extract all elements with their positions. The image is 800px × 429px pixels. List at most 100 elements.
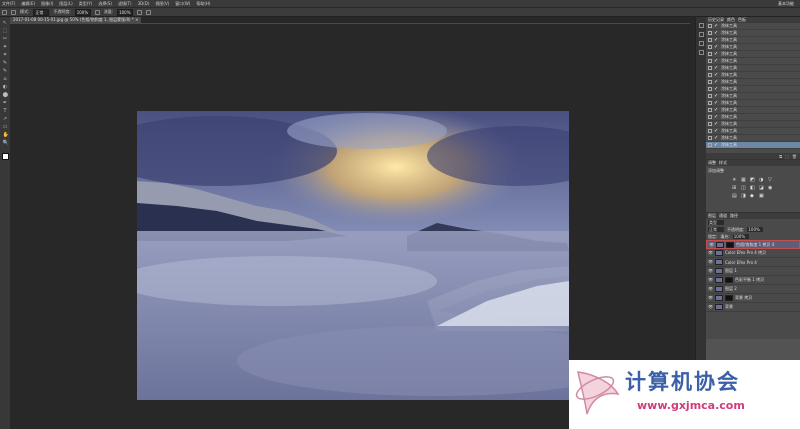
layer-row[interactable]: 👁 Color Efex Pro 4 拷贝 — [706, 249, 800, 258]
history-checkbox[interactable] — [708, 101, 712, 105]
history-state[interactable]: ✓ 涂抹工具 — [706, 128, 800, 135]
panel-tab[interactable]: 样式 — [719, 160, 727, 166]
history-checkbox[interactable] — [708, 24, 712, 28]
history-state[interactable]: ✓ 涂抹工具 — [706, 100, 800, 107]
history-state[interactable]: ✓ 涂抹工具 — [706, 58, 800, 65]
tool-icon[interactable]: ⌂ — [3, 77, 8, 82]
history-checkbox[interactable] — [708, 80, 712, 84]
history-checkbox[interactable] — [708, 73, 712, 77]
history-footer-icon[interactable]: 🗑 — [792, 154, 797, 159]
menu-item[interactable]: 视图(V) — [155, 1, 169, 7]
history-state[interactable]: ✓ 涂抹工具 — [706, 86, 800, 93]
adjustment-icon[interactable]: ☀ — [732, 178, 737, 183]
visibility-eye-icon[interactable]: 👁 — [708, 287, 713, 291]
history-checkbox[interactable] — [708, 38, 712, 42]
tool-icon[interactable]: ✋ — [3, 133, 9, 138]
flow-input[interactable]: 100% — [117, 8, 134, 16]
brush-panel-icon[interactable] — [11, 9, 16, 15]
opacity-input[interactable]: 100% — [74, 8, 91, 16]
layer-mask-thumbnail[interactable] — [726, 241, 734, 248]
adjustment-icon[interactable]: ◨ — [741, 194, 746, 199]
tool-icon[interactable]: ⌗ — [3, 53, 8, 58]
tool-icon[interactable]: ✂ — [3, 37, 8, 42]
history-footer-icon[interactable]: ⬚ — [785, 154, 789, 159]
history-checkbox[interactable] — [708, 59, 712, 63]
panel-tab[interactable]: 图层 — [708, 213, 716, 219]
pressure-opacity-icon[interactable] — [94, 9, 100, 15]
layer-mask-thumbnail[interactable] — [725, 277, 733, 283]
history-checkbox[interactable] — [708, 94, 712, 98]
history-checkbox[interactable] — [708, 129, 712, 133]
history-state[interactable]: ✓ 涂抹工具 — [706, 107, 800, 114]
history-state[interactable]: ✓ 涂抹工具 — [706, 37, 800, 44]
tool-icon[interactable]: 🔍 — [3, 141, 9, 146]
tool-icon[interactable]: ✒ — [3, 101, 8, 106]
adjustment-icon[interactable]: ▽ — [768, 178, 773, 183]
panel-tab[interactable]: 调整 — [708, 160, 716, 166]
history-state[interactable]: ✓ 涂抹工具 — [706, 30, 800, 37]
history-state[interactable]: ✓ 涂抹工具 — [706, 93, 800, 100]
history-checkbox[interactable] — [708, 122, 712, 126]
history-checkbox[interactable] — [708, 52, 712, 56]
adjustment-icon[interactable]: ◪ — [759, 186, 764, 191]
layer-row[interactable]: 👁 图层 2 — [706, 285, 800, 294]
fill-input[interactable]: 100% — [732, 234, 749, 239]
history-state[interactable]: ✓ 涂抹工具 — [706, 121, 800, 128]
panel-tab[interactable]: 路径 — [730, 213, 738, 219]
menu-item[interactable]: 类型(Y) — [79, 1, 93, 7]
info-panel-icon[interactable] — [698, 41, 704, 46]
menu-item[interactable]: 窗口(W) — [175, 1, 190, 7]
adjustment-icon[interactable]: ⊞ — [732, 186, 737, 191]
adjustment-icon[interactable]: ◉ — [768, 186, 773, 191]
tool-icon[interactable]: T — [3, 109, 8, 114]
history-state[interactable]: ✓ 涂抹工具 — [706, 135, 800, 142]
menu-item[interactable]: 3D(D) — [138, 1, 150, 6]
visibility-eye-icon[interactable]: 👁 — [708, 296, 713, 300]
history-state[interactable]: ✓ 涂抹工具 — [706, 23, 800, 30]
adjustment-icon[interactable]: ◧ — [750, 186, 755, 191]
menu-item[interactable]: 编辑(E) — [21, 1, 35, 7]
menu-item[interactable]: 文件(F) — [2, 1, 15, 7]
close-icon[interactable]: × — [135, 17, 138, 22]
tool-icon[interactable]: ⬚ — [3, 29, 8, 34]
layer-opacity-input[interactable]: 100% — [747, 227, 764, 232]
history-state[interactable]: ✓ 涂抹工具 — [706, 114, 800, 121]
layer-row[interactable]: 👁 背景 拷贝 — [706, 294, 800, 303]
foreground-color-swatch[interactable] — [1, 153, 9, 160]
visibility-eye-icon[interactable]: 👁 — [709, 242, 714, 247]
layer-row[interactable]: 👁 背景 — [706, 303, 800, 312]
layer-mask-thumbnail[interactable] — [725, 295, 733, 301]
workspace-switcher[interactable]: 基本功能 — [778, 0, 794, 7]
history-state[interactable]: ✓ 涂抹工具 — [706, 65, 800, 72]
tool-icon[interactable]: ✎ — [3, 69, 8, 74]
brush-preset-icon[interactable] — [2, 9, 7, 15]
history-checkbox[interactable] — [708, 31, 712, 35]
history-checkbox[interactable] — [708, 115, 712, 119]
tool-icon[interactable]: ✦ — [3, 45, 8, 50]
history-panel-icon[interactable] — [698, 23, 704, 28]
panel-tab[interactable]: 色板 — [738, 17, 746, 23]
history-checkbox[interactable] — [708, 87, 712, 91]
history-state[interactable]: ✓ 涂抹工具 — [706, 79, 800, 86]
tool-icon[interactable]: ◐ — [3, 85, 8, 90]
history-checkbox[interactable] — [708, 108, 712, 112]
adjustment-icon[interactable]: ▤ — [732, 194, 737, 199]
history-state[interactable]: ✓ 涂抹工具 — [706, 142, 800, 149]
history-checkbox[interactable] — [708, 143, 712, 147]
menu-item[interactable]: 滤镜(T) — [118, 1, 132, 7]
layer-row[interactable]: 👁 色相/饱和度 1 拷贝 4 — [706, 240, 800, 249]
history-checkbox[interactable] — [708, 136, 712, 140]
layer-row[interactable]: 👁 图层 1 — [706, 267, 800, 276]
tool-icon[interactable]: ✎ — [3, 61, 8, 66]
tool-icon[interactable]: ↗ — [3, 117, 8, 122]
panel-tab[interactable]: 通道 — [719, 213, 727, 219]
visibility-eye-icon[interactable]: 👁 — [708, 269, 713, 273]
history-checkbox[interactable] — [708, 45, 712, 49]
image-canvas[interactable] — [137, 111, 569, 400]
adjustment-icon[interactable]: ◆ — [750, 194, 755, 199]
history-checkbox[interactable] — [708, 66, 712, 70]
history-state[interactable]: ✓ 涂抹工具 — [706, 44, 800, 51]
visibility-eye-icon[interactable]: 👁 — [708, 305, 713, 309]
adjustment-icon[interactable]: ◩ — [750, 178, 755, 183]
menu-item[interactable]: 选择(S) — [98, 1, 112, 7]
